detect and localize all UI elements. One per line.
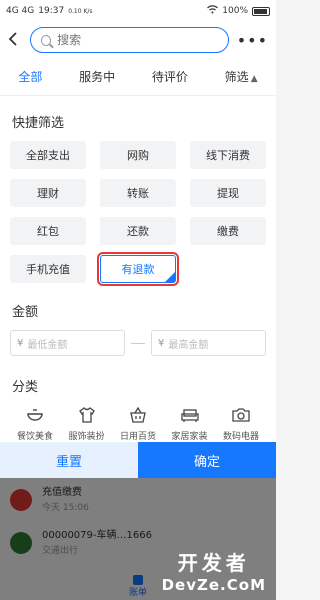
chip-has-refund[interactable]: 有退款 xyxy=(97,252,179,286)
camera-icon xyxy=(232,408,250,422)
watermark: 开发者 DevZe.CoM xyxy=(162,552,266,596)
tab-in-service[interactable]: 服务中 xyxy=(75,60,119,93)
back-arrow-icon[interactable] xyxy=(8,30,22,51)
basket-icon xyxy=(130,406,146,423)
chip-online-shopping[interactable]: 网购 xyxy=(100,141,176,169)
reset-button[interactable]: 重置 xyxy=(0,442,138,478)
quick-filter-grid: 全部支出 网购 线下消费 理财 转账 提现 红包 还款 缴费 手机充值 有退款 xyxy=(10,141,266,286)
top-header: ••• xyxy=(0,22,276,58)
tab-to-review[interactable]: 待评价 xyxy=(148,60,192,93)
battery-label: 100% xyxy=(222,6,248,16)
amount-title: 金额 xyxy=(12,305,39,320)
chip-bill-payment[interactable]: 缴费 xyxy=(190,217,266,245)
chip-withdraw[interactable]: 提现 xyxy=(190,179,266,207)
chip-red-packet[interactable]: 红包 xyxy=(10,217,86,245)
search-box[interactable] xyxy=(30,27,229,53)
min-amount-placeholder: 最低金额 xyxy=(27,339,68,351)
chip-offline-spending[interactable]: 线下消费 xyxy=(190,141,266,169)
category-food[interactable]: 餐饮美食 xyxy=(10,405,60,442)
currency-symbol: ¥ xyxy=(17,337,24,349)
chip-wealth[interactable]: 理财 xyxy=(10,179,86,207)
max-amount-placeholder: 最高金额 xyxy=(168,339,209,351)
quick-filter-title: 快捷筛选 xyxy=(12,116,65,131)
chip-repayment[interactable]: 还款 xyxy=(100,217,176,245)
category-label: 家居家装 xyxy=(171,432,208,442)
bowl-icon xyxy=(27,409,43,421)
category-title: 分类 xyxy=(12,380,39,395)
wifi-icon xyxy=(207,5,219,17)
app-screen: 4G 4G 19:37 0.10 K/s 100% ••• 全部 服务中 待评价… xyxy=(0,0,276,600)
category-list: 餐饮美食 服饰装扮 日用百货 家居家装 数码电器 xyxy=(10,405,266,442)
more-icon[interactable]: ••• xyxy=(237,31,268,50)
clock: 19:37 xyxy=(38,6,65,16)
watermark-line1: 开发者 xyxy=(177,551,250,575)
confirm-button[interactable]: 确定 xyxy=(138,442,276,478)
chip-mobile-topup[interactable]: 手机充值 xyxy=(10,255,86,283)
tab-bar: 全部 服务中 待评价 筛选 ▲ xyxy=(0,58,276,96)
watermark-line2: DevZe.CoM xyxy=(161,576,266,594)
filter-panel: 快捷筛选 全部支出 网购 线下消费 理财 转账 提现 红包 还款 缴费 手机充值… xyxy=(0,96,276,442)
tab-filter[interactable]: 筛选 ▲ xyxy=(221,60,262,93)
status-bar: 4G 4G 19:37 0.10 K/s 100% xyxy=(0,0,276,22)
category-daily-goods[interactable]: 日用百货 xyxy=(113,405,163,442)
category-label: 餐饮美食 xyxy=(16,432,53,442)
max-amount-field[interactable]: ¥ 最高金额 xyxy=(151,330,266,356)
tab-all[interactable]: 全部 xyxy=(14,60,46,93)
category-clothing[interactable]: 服饰装扮 xyxy=(62,405,112,442)
currency-symbol: ¥ xyxy=(158,337,165,349)
search-icon xyxy=(41,34,52,46)
shirt-icon xyxy=(78,407,95,423)
chip-transfer[interactable]: 转账 xyxy=(100,179,176,207)
chip-all-expense[interactable]: 全部支出 xyxy=(10,141,86,169)
battery-icon xyxy=(252,6,270,16)
tab-filter-label: 筛选 xyxy=(224,70,249,84)
search-input[interactable] xyxy=(57,33,218,47)
background-bill-list: 充值缴费 今天 15:06 00000079-车辆…1666 交通出行 账单 开… xyxy=(0,478,276,600)
category-label: 日用百货 xyxy=(119,432,156,442)
category-label: 数码电器 xyxy=(222,432,259,442)
action-bar: 重置 确定 xyxy=(0,442,276,478)
category-home[interactable]: 家居家装 xyxy=(165,405,215,442)
min-amount-field[interactable]: ¥ 最低金额 xyxy=(10,330,125,356)
category-label: 服饰装扮 xyxy=(68,432,105,442)
range-divider xyxy=(131,342,145,344)
amount-range: ¥ 最低金额 ¥ 最高金额 xyxy=(10,330,266,356)
sofa-icon xyxy=(180,409,199,422)
category-electronics[interactable]: 数码电器 xyxy=(216,405,266,442)
network-indicator: 4G 4G xyxy=(6,6,35,16)
speed-indicator: 0.10 K/s xyxy=(68,7,93,15)
caret-up-icon: ▲ xyxy=(250,74,258,84)
